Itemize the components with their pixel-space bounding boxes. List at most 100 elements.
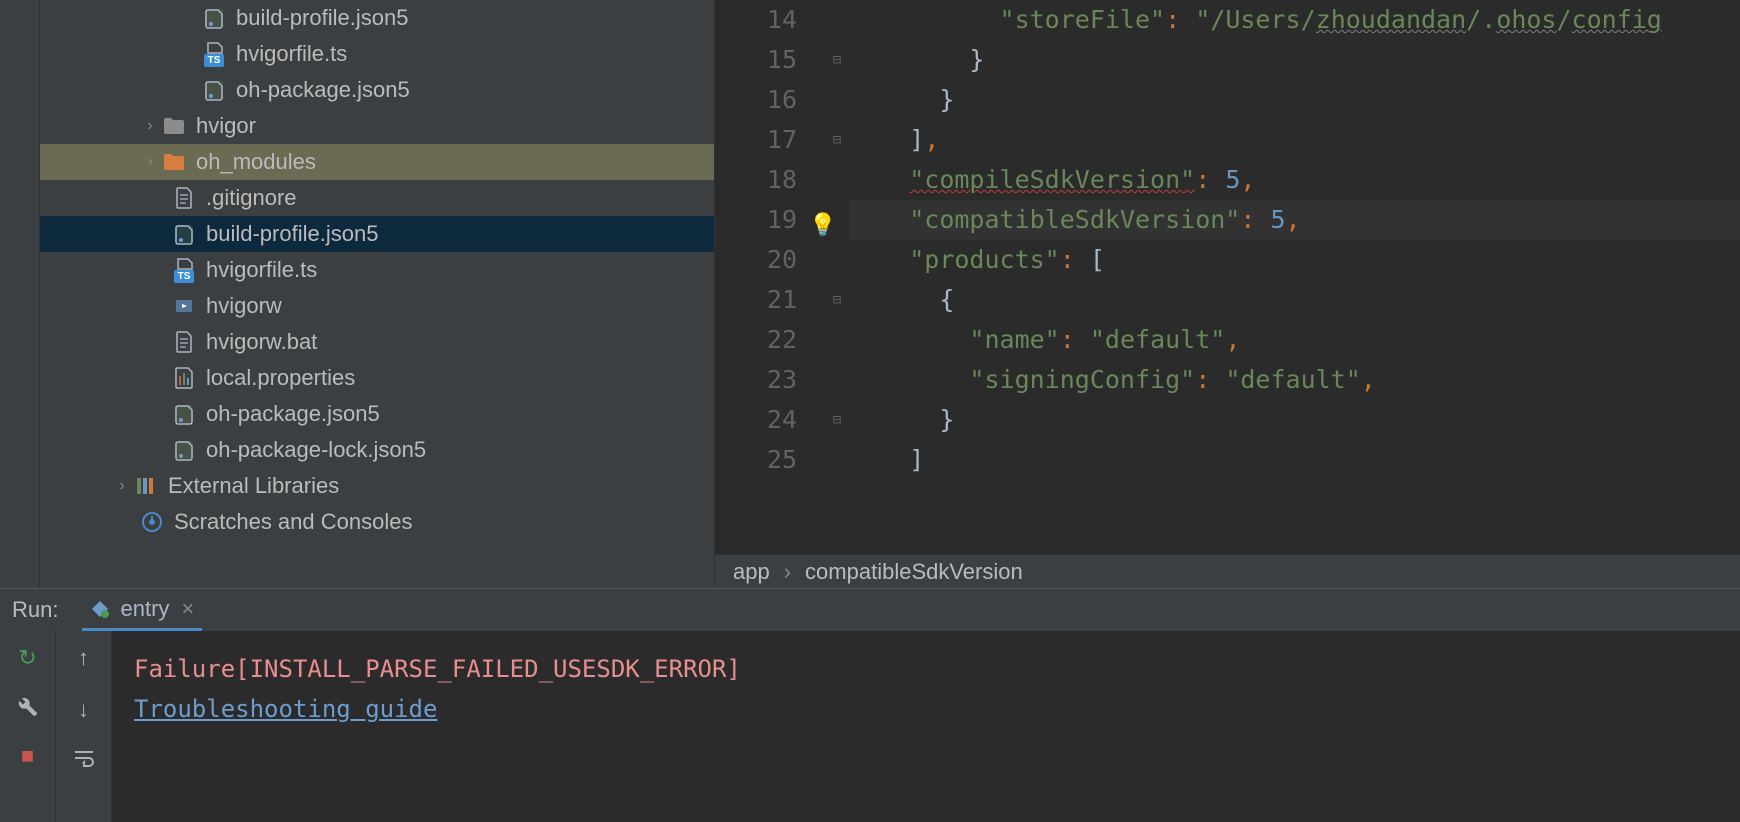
- breadcrumb-segment[interactable]: app: [733, 559, 770, 585]
- tree-item-label: hvigor: [196, 113, 256, 139]
- tree-item[interactable]: build-profile.json5: [40, 0, 714, 36]
- soft-wrap-icon[interactable]: [73, 749, 95, 767]
- run-toolbar-secondary: ↑ ↓: [56, 631, 112, 822]
- line-number[interactable]: 16: [715, 80, 797, 120]
- tree-item[interactable]: oh-package.json5: [40, 72, 714, 108]
- tool-strip-left: [0, 0, 40, 588]
- tree-item-label: oh_modules: [196, 149, 316, 175]
- code-line[interactable]: "name": "default",: [849, 320, 1740, 360]
- code-line[interactable]: }: [849, 40, 1740, 80]
- file-icon: [170, 331, 198, 353]
- chevron-right-icon: ›: [140, 153, 160, 171]
- tree-item[interactable]: › oh_modules: [40, 144, 714, 180]
- fold-marker: [825, 240, 849, 280]
- line-number[interactable]: 19: [715, 200, 797, 240]
- module-icon: [90, 599, 110, 619]
- fold-marker: [825, 0, 849, 40]
- tree-item-label: oh-package.json5: [206, 401, 380, 427]
- folder-orange-icon: [160, 153, 188, 171]
- tree-item[interactable]: local.properties: [40, 360, 714, 396]
- code-line[interactable]: 💡 "compatibleSdkVersion": 5,: [849, 200, 1740, 240]
- fold-marker: [825, 160, 849, 200]
- fold-marker: [825, 80, 849, 120]
- tree-item-label: Scratches and Consoles: [174, 509, 412, 535]
- tree-item-label: local.properties: [206, 365, 355, 391]
- code-content[interactable]: "storeFile": "/Users/zhoudandan/.ohos/co…: [849, 0, 1740, 554]
- line-number[interactable]: 23: [715, 360, 797, 400]
- json5-icon: [200, 79, 228, 101]
- tree-item-label: hvigorw: [206, 293, 282, 319]
- line-number[interactable]: 14: [715, 0, 797, 40]
- tree-item-label: build-profile.json5: [236, 5, 408, 31]
- troubleshooting-link[interactable]: Troubleshooting guide: [134, 695, 437, 723]
- run-tab-label: entry: [120, 596, 169, 622]
- lightbulb-icon[interactable]: 💡: [809, 206, 836, 246]
- run-output[interactable]: Failure[INSTALL_PARSE_FAILED_USESDK_ERRO…: [112, 631, 1740, 822]
- line-number[interactable]: 20: [715, 240, 797, 280]
- ts-icon: TS: [200, 42, 228, 67]
- chevron-right-icon: ›: [784, 559, 791, 585]
- tree-item[interactable]: hvigorw: [40, 288, 714, 324]
- ts-icon: TS: [170, 258, 198, 283]
- line-number[interactable]: 22: [715, 320, 797, 360]
- line-number[interactable]: 17: [715, 120, 797, 160]
- line-number[interactable]: 15: [715, 40, 797, 80]
- tree-item[interactable]: TS hvigorfile.ts: [40, 36, 714, 72]
- arrow-up-icon[interactable]: ↑: [78, 645, 89, 671]
- libs-icon: [132, 476, 160, 496]
- tree-item-label: hvigorw.bat: [206, 329, 317, 355]
- tree-item[interactable]: Scratches and Consoles: [40, 504, 714, 540]
- tree-item[interactable]: .gitignore: [40, 180, 714, 216]
- fold-marker[interactable]: ⊟: [825, 120, 849, 160]
- line-number[interactable]: 24: [715, 400, 797, 440]
- tree-item-label: External Libraries: [168, 473, 339, 499]
- fold-column[interactable]: ⊟ ⊟ ⊟ ⊟: [825, 0, 849, 554]
- tree-item[interactable]: › External Libraries: [40, 468, 714, 504]
- code-line[interactable]: {: [849, 280, 1740, 320]
- code-line[interactable]: }: [849, 400, 1740, 440]
- tree-item[interactable]: › hvigor: [40, 108, 714, 144]
- json5-icon: [200, 7, 228, 29]
- code-line[interactable]: ]: [849, 440, 1740, 480]
- line-number[interactable]: 18: [715, 160, 797, 200]
- close-icon[interactable]: ×: [181, 596, 194, 622]
- run-tab-bar: Run: entry ×: [0, 589, 1740, 631]
- tree-item-label: oh-package-lock.json5: [206, 437, 426, 463]
- json5-icon: [170, 403, 198, 425]
- wrench-icon[interactable]: [18, 697, 38, 717]
- project-tree[interactable]: build-profile.json5 TS hvigorfile.ts oh-pac…: [40, 0, 715, 588]
- line-number[interactable]: 21: [715, 280, 797, 320]
- run-tab-entry[interactable]: entry ×: [82, 589, 202, 631]
- failure-message: Failure[INSTALL_PARSE_FAILED_USESDK_ERRO…: [134, 649, 1718, 689]
- tree-item[interactable]: hvigorw.bat: [40, 324, 714, 360]
- run-panel: Run: entry × ↻ ■ ↑ ↓: [0, 588, 1740, 822]
- tree-item[interactable]: build-profile.json5: [40, 216, 714, 252]
- fold-marker[interactable]: ⊟: [825, 40, 849, 80]
- code-line[interactable]: "storeFile": "/Users/zhoudandan/.ohos/co…: [849, 0, 1740, 40]
- arrow-down-icon[interactable]: ↓: [78, 697, 89, 723]
- code-line[interactable]: }: [849, 80, 1740, 120]
- json5-icon: [170, 223, 198, 245]
- fold-marker[interactable]: ⊟: [825, 280, 849, 320]
- run-toolbar-primary: ↻ ■: [0, 631, 56, 822]
- tree-item[interactable]: oh-package-lock.json5: [40, 432, 714, 468]
- tree-item-label: oh-package.json5: [236, 77, 410, 103]
- line-number-gutter[interactable]: 141516171819202122232425: [715, 0, 825, 554]
- code-line[interactable]: ],: [849, 120, 1740, 160]
- code-line[interactable]: "products": [: [849, 240, 1740, 280]
- breadcrumb-segment[interactable]: compatibleSdkVersion: [805, 559, 1023, 585]
- line-number[interactable]: 25: [715, 440, 797, 480]
- fold-marker[interactable]: ⊟: [825, 400, 849, 440]
- code-line[interactable]: "signingConfig": "default",: [849, 360, 1740, 400]
- tree-item-label: build-profile.json5: [206, 221, 378, 247]
- rerun-icon[interactable]: ↻: [18, 645, 36, 671]
- tree-item-label: hvigorfile.ts: [236, 41, 347, 67]
- code-line[interactable]: "compileSdkVersion": 5,: [849, 160, 1740, 200]
- stop-icon[interactable]: ■: [21, 743, 34, 769]
- tree-item[interactable]: TShvigorfile.ts: [40, 252, 714, 288]
- breadcrumb[interactable]: app › compatibleSdkVersion: [715, 554, 1740, 588]
- chevron-right-icon: ›: [140, 117, 160, 135]
- chevron-right-icon: ›: [112, 477, 132, 495]
- tree-item[interactable]: oh-package.json5: [40, 396, 714, 432]
- exec-icon: [170, 296, 198, 316]
